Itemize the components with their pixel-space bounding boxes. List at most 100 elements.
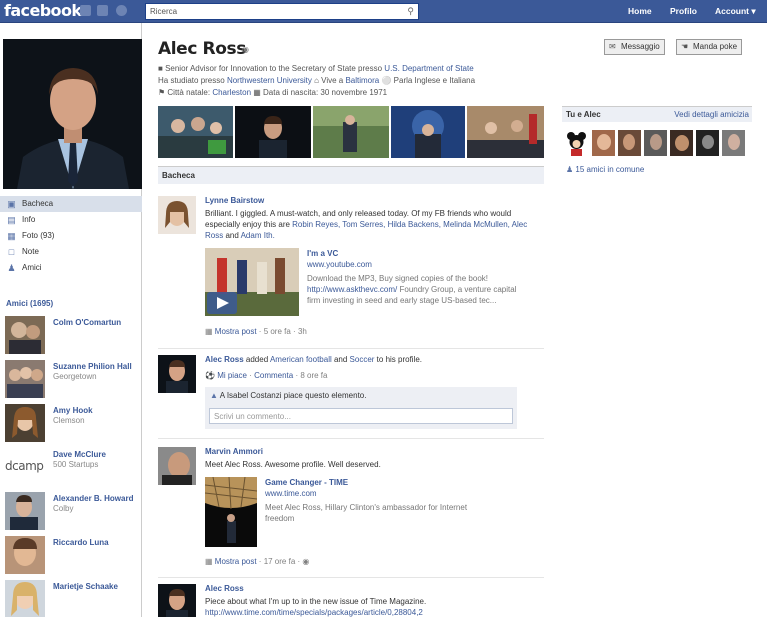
message-button[interactable]: ✉ Messaggio: [604, 39, 665, 55]
strip-photo[interactable]: [391, 106, 465, 158]
friend-requests-icon[interactable]: [80, 5, 91, 16]
friend-name[interactable]: Alexander B. Howard Colby: [53, 494, 139, 514]
search-icon[interactable]: ⚲: [407, 6, 414, 17]
post-author[interactable]: Alec Ross: [205, 584, 244, 593]
post-author[interactable]: Marvin Ammori: [205, 447, 263, 456]
notifications-icon[interactable]: [116, 5, 127, 16]
comment-link[interactable]: Commenta: [254, 371, 293, 380]
friendship-details-link[interactable]: Vedi dettagli amicizia: [674, 110, 749, 119]
friend-name[interactable]: Marietje Schaake: [53, 582, 139, 592]
post-time: · 5 ore fa ·: [256, 327, 298, 336]
post-separator: [158, 348, 544, 349]
friend-item[interactable]: Alexander B. Howard Colby: [5, 492, 141, 532]
post-author[interactable]: Lynne Bairstow: [205, 196, 264, 205]
article-thumbnail[interactable]: [205, 477, 257, 547]
messages-icon[interactable]: [97, 5, 108, 16]
friend-name[interactable]: Suzanne Philion Hall Georgetown: [53, 362, 139, 382]
mutual-friend-photo[interactable]: [722, 130, 745, 156]
nav-profile[interactable]: Profilo: [670, 6, 697, 16]
post-author-avatar[interactable]: [158, 355, 196, 393]
friends-heading[interactable]: Amici (1695): [6, 299, 53, 308]
friend-photo[interactable]: [5, 316, 45, 354]
attachment-description: Download the MP3, Buy signed copies of t…: [307, 273, 517, 306]
friend-name[interactable]: Colm O'Comartun: [53, 318, 139, 328]
post-separator: [158, 577, 544, 578]
avatar-svg: [158, 355, 196, 393]
post-author-avatar[interactable]: [158, 447, 196, 485]
interest-link[interactable]: Soccer: [350, 355, 375, 364]
attachment-desc-link[interactable]: http://www.askthevc.com/: [307, 285, 397, 294]
post-author[interactable]: Alec Ross: [205, 355, 244, 364]
friend-photo-svg: [5, 580, 45, 617]
mutual-friend-photo[interactable]: [618, 130, 641, 156]
friend-item[interactable]: Suzanne Philion Hall Georgetown: [5, 360, 141, 400]
friend-photo[interactable]: [5, 404, 45, 442]
comment-input[interactable]: Scrivi un commento...: [209, 408, 513, 424]
info-hometown: ⚑ Città natale: Charleston ▦ Data di nas…: [158, 88, 387, 97]
lives-link[interactable]: Baltimora: [345, 76, 379, 85]
nav-home[interactable]: Home: [628, 6, 652, 16]
mutual-friend-photo[interactable]: [670, 130, 693, 156]
mutual-friend-photo[interactable]: [565, 130, 588, 156]
friend-item[interactable]: Riccardo Luna: [5, 536, 141, 576]
mutual-friend-photo[interactable]: [696, 130, 719, 156]
friend-item[interactable]: Amy Hook Clemson: [5, 404, 141, 444]
video-thumbnail[interactable]: [205, 248, 299, 316]
menu-item-amici[interactable]: ♟ Amici: [0, 260, 142, 276]
hometown-link[interactable]: Charleston: [212, 88, 251, 97]
education-link[interactable]: Northwestern University: [227, 76, 312, 85]
strip-photo-svg: [391, 106, 465, 158]
attachment-title[interactable]: Game Changer - TIME: [265, 477, 475, 488]
search-input[interactable]: Ricerca ⚲: [145, 3, 419, 20]
mutual-friend-photo[interactable]: [644, 130, 667, 156]
attachment-url[interactable]: www.time.com: [265, 488, 475, 499]
subscribe-icon[interactable]: ◉: [242, 45, 249, 54]
sports-icon: ⚽: [205, 371, 218, 380]
facebook-logo[interactable]: facebook: [4, 1, 82, 20]
friend-name[interactable]: Riccardo Luna: [53, 538, 139, 548]
nav-account[interactable]: Account ▾: [715, 6, 756, 17]
like-link[interactable]: Mi piace: [217, 371, 247, 380]
friend-photo[interactable]: [5, 360, 45, 398]
hometown-text: Città natale:: [167, 88, 213, 97]
menu-item-info[interactable]: ▤ Info: [0, 212, 142, 228]
friend-photo[interactable]: [5, 580, 45, 617]
mutual-friend-photo[interactable]: [592, 130, 615, 156]
friend-network: Georgetown: [53, 372, 97, 381]
attachment-title[interactable]: I'm a VC: [307, 248, 517, 259]
interest-link[interactable]: American football: [270, 355, 332, 364]
menu-item-foto[interactable]: ▦ Foto (93): [0, 228, 142, 244]
post-meta: ▦ Mostra post · 17 ore fa · ◉: [205, 557, 309, 566]
post-url-link[interactable]: http://www.time.com/time/specials/packag…: [205, 608, 423, 617]
attachment-url[interactable]: www.youtube.com: [307, 259, 517, 270]
post-author-avatar[interactable]: [158, 196, 196, 234]
poke-icon: ☚: [681, 42, 689, 51]
friend-name[interactable]: Dave McClure 500 Startups: [53, 450, 139, 470]
friend-photo[interactable]: [5, 536, 45, 574]
mutual-friends[interactable]: ♟ 15 amici in comune: [566, 165, 644, 174]
post-author-avatar[interactable]: [158, 584, 196, 617]
show-post-link[interactable]: Mostra post: [215, 557, 257, 566]
strip-photo[interactable]: [313, 106, 389, 158]
post-time: · 8 ore fa: [293, 371, 328, 380]
strip-photo[interactable]: [235, 106, 311, 158]
work-link[interactable]: U.S. Department of State: [384, 64, 473, 73]
profile-picture[interactable]: [3, 39, 142, 189]
friend-item[interactable]: Colm O'Comartun: [5, 316, 141, 356]
friend-photo[interactable]: dcamp: [5, 448, 45, 486]
strip-photo[interactable]: [158, 106, 233, 158]
language-icon: ⚪: [379, 76, 394, 85]
tagged-friend-link[interactable]: Adam Ith.: [241, 231, 275, 240]
friend-photo-svg: [5, 536, 45, 574]
friend-name[interactable]: Amy Hook Clemson: [53, 406, 139, 426]
strip-photo[interactable]: [467, 106, 544, 158]
friend-photo[interactable]: [5, 492, 45, 530]
friend-item[interactable]: Marietje Schaake: [5, 580, 141, 617]
poke-button[interactable]: ☚ Manda poke: [676, 39, 743, 55]
avatar-svg: [158, 196, 196, 234]
menu-item-note[interactable]: □ Note: [0, 244, 142, 260]
friend-item[interactable]: dcamp Dave McClure 500 Startups: [5, 448, 141, 488]
show-post-link[interactable]: Mostra post: [215, 327, 257, 336]
menu-item-bacheca[interactable]: ▣ Bacheca: [0, 196, 142, 212]
likes-text: A Isabel Costanzi piace questo elemento.: [219, 391, 367, 400]
